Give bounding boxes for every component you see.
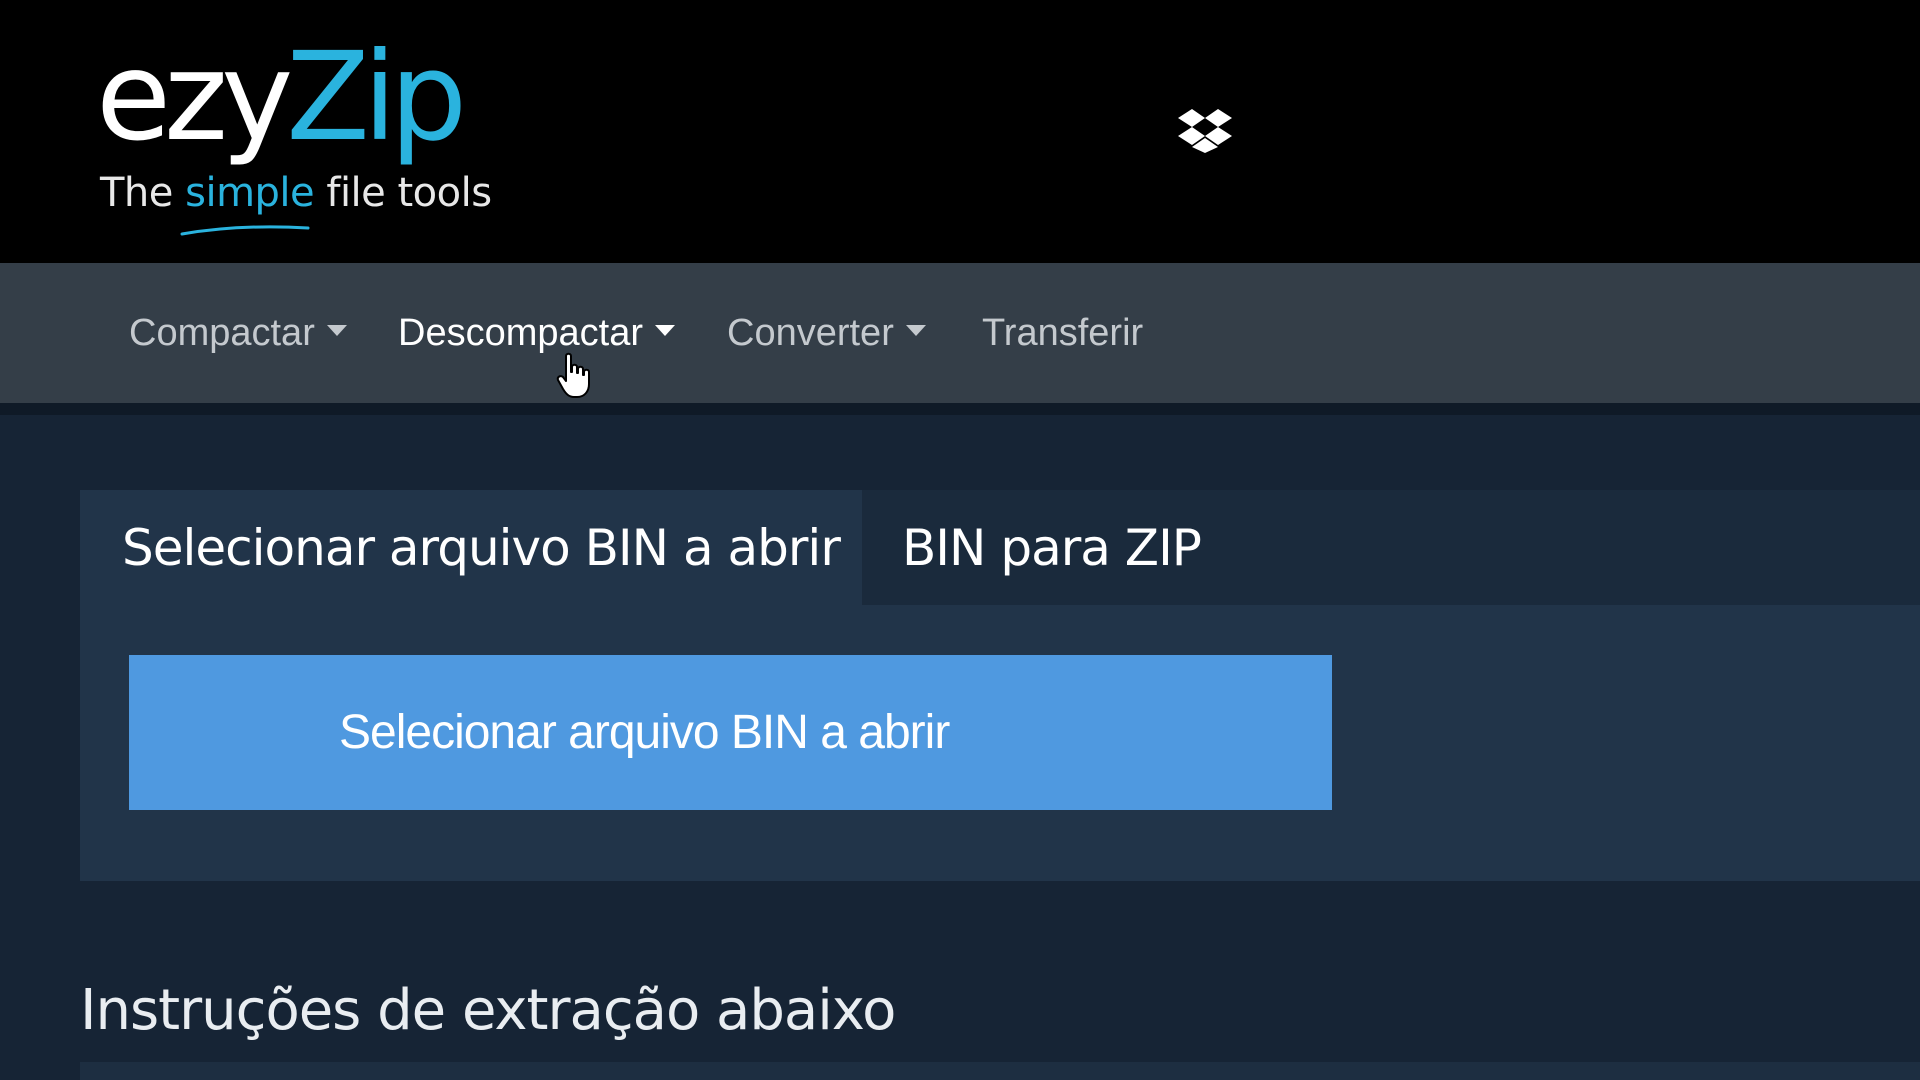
logo-tagline: The simple file tools [100,170,492,216]
nav-divider [0,403,1920,415]
tagline-after: file tools [314,170,492,216]
instructions-heading: Instruções de extração abaixo [80,978,896,1043]
ezyzip-logo[interactable]: ezyZip The simple file tools [96,22,516,236]
nav-item-transferir[interactable]: Transferir [982,263,1143,403]
select-file-label: Selecionar arquivo BIN a abrir [339,706,950,759]
hand-pointer-icon [556,352,590,398]
section-rule [80,1062,1920,1080]
nav-item-descompactar[interactable]: Descompactar [398,263,675,403]
caret-down-icon [905,324,926,336]
nav-item-compactar[interactable]: Compactar [129,263,347,403]
tagline-before: The [100,170,186,216]
swoosh-underline-icon [180,225,310,236]
tab-bar: Selecionar arquivo BIN a abrir BIN para … [80,490,1920,605]
logo-zip: Zip [286,26,467,168]
logo-ezy: ezy [96,26,293,168]
nav-item-label: Descompactar [398,311,643,354]
nav-item-converter[interactable]: Converter [727,263,926,403]
site-header: ezyZip The simple file tools [0,0,1920,263]
nav-item-label: Compactar [129,311,315,354]
dropbox-icon[interactable] [1178,107,1232,153]
upload-panel: Selecionar arquivo BIN a abrir [80,605,1920,881]
caret-down-icon [654,324,675,336]
nav-item-label: Transferir [982,311,1144,354]
tab-bin-to-zip[interactable]: BIN para ZIP [902,490,1202,605]
logo-wordmark: ezyZip [96,22,467,172]
main-navbar: Compactar Descompactar Converter Transfe… [0,263,1920,403]
select-file-button[interactable]: Selecionar arquivo BIN a abrir [129,655,1332,810]
tab-select-bin-file[interactable]: Selecionar arquivo BIN a abrir [80,490,862,605]
tagline-highlight: simple [185,170,315,216]
caret-down-icon [326,324,347,336]
nav-item-label: Converter [727,311,894,354]
